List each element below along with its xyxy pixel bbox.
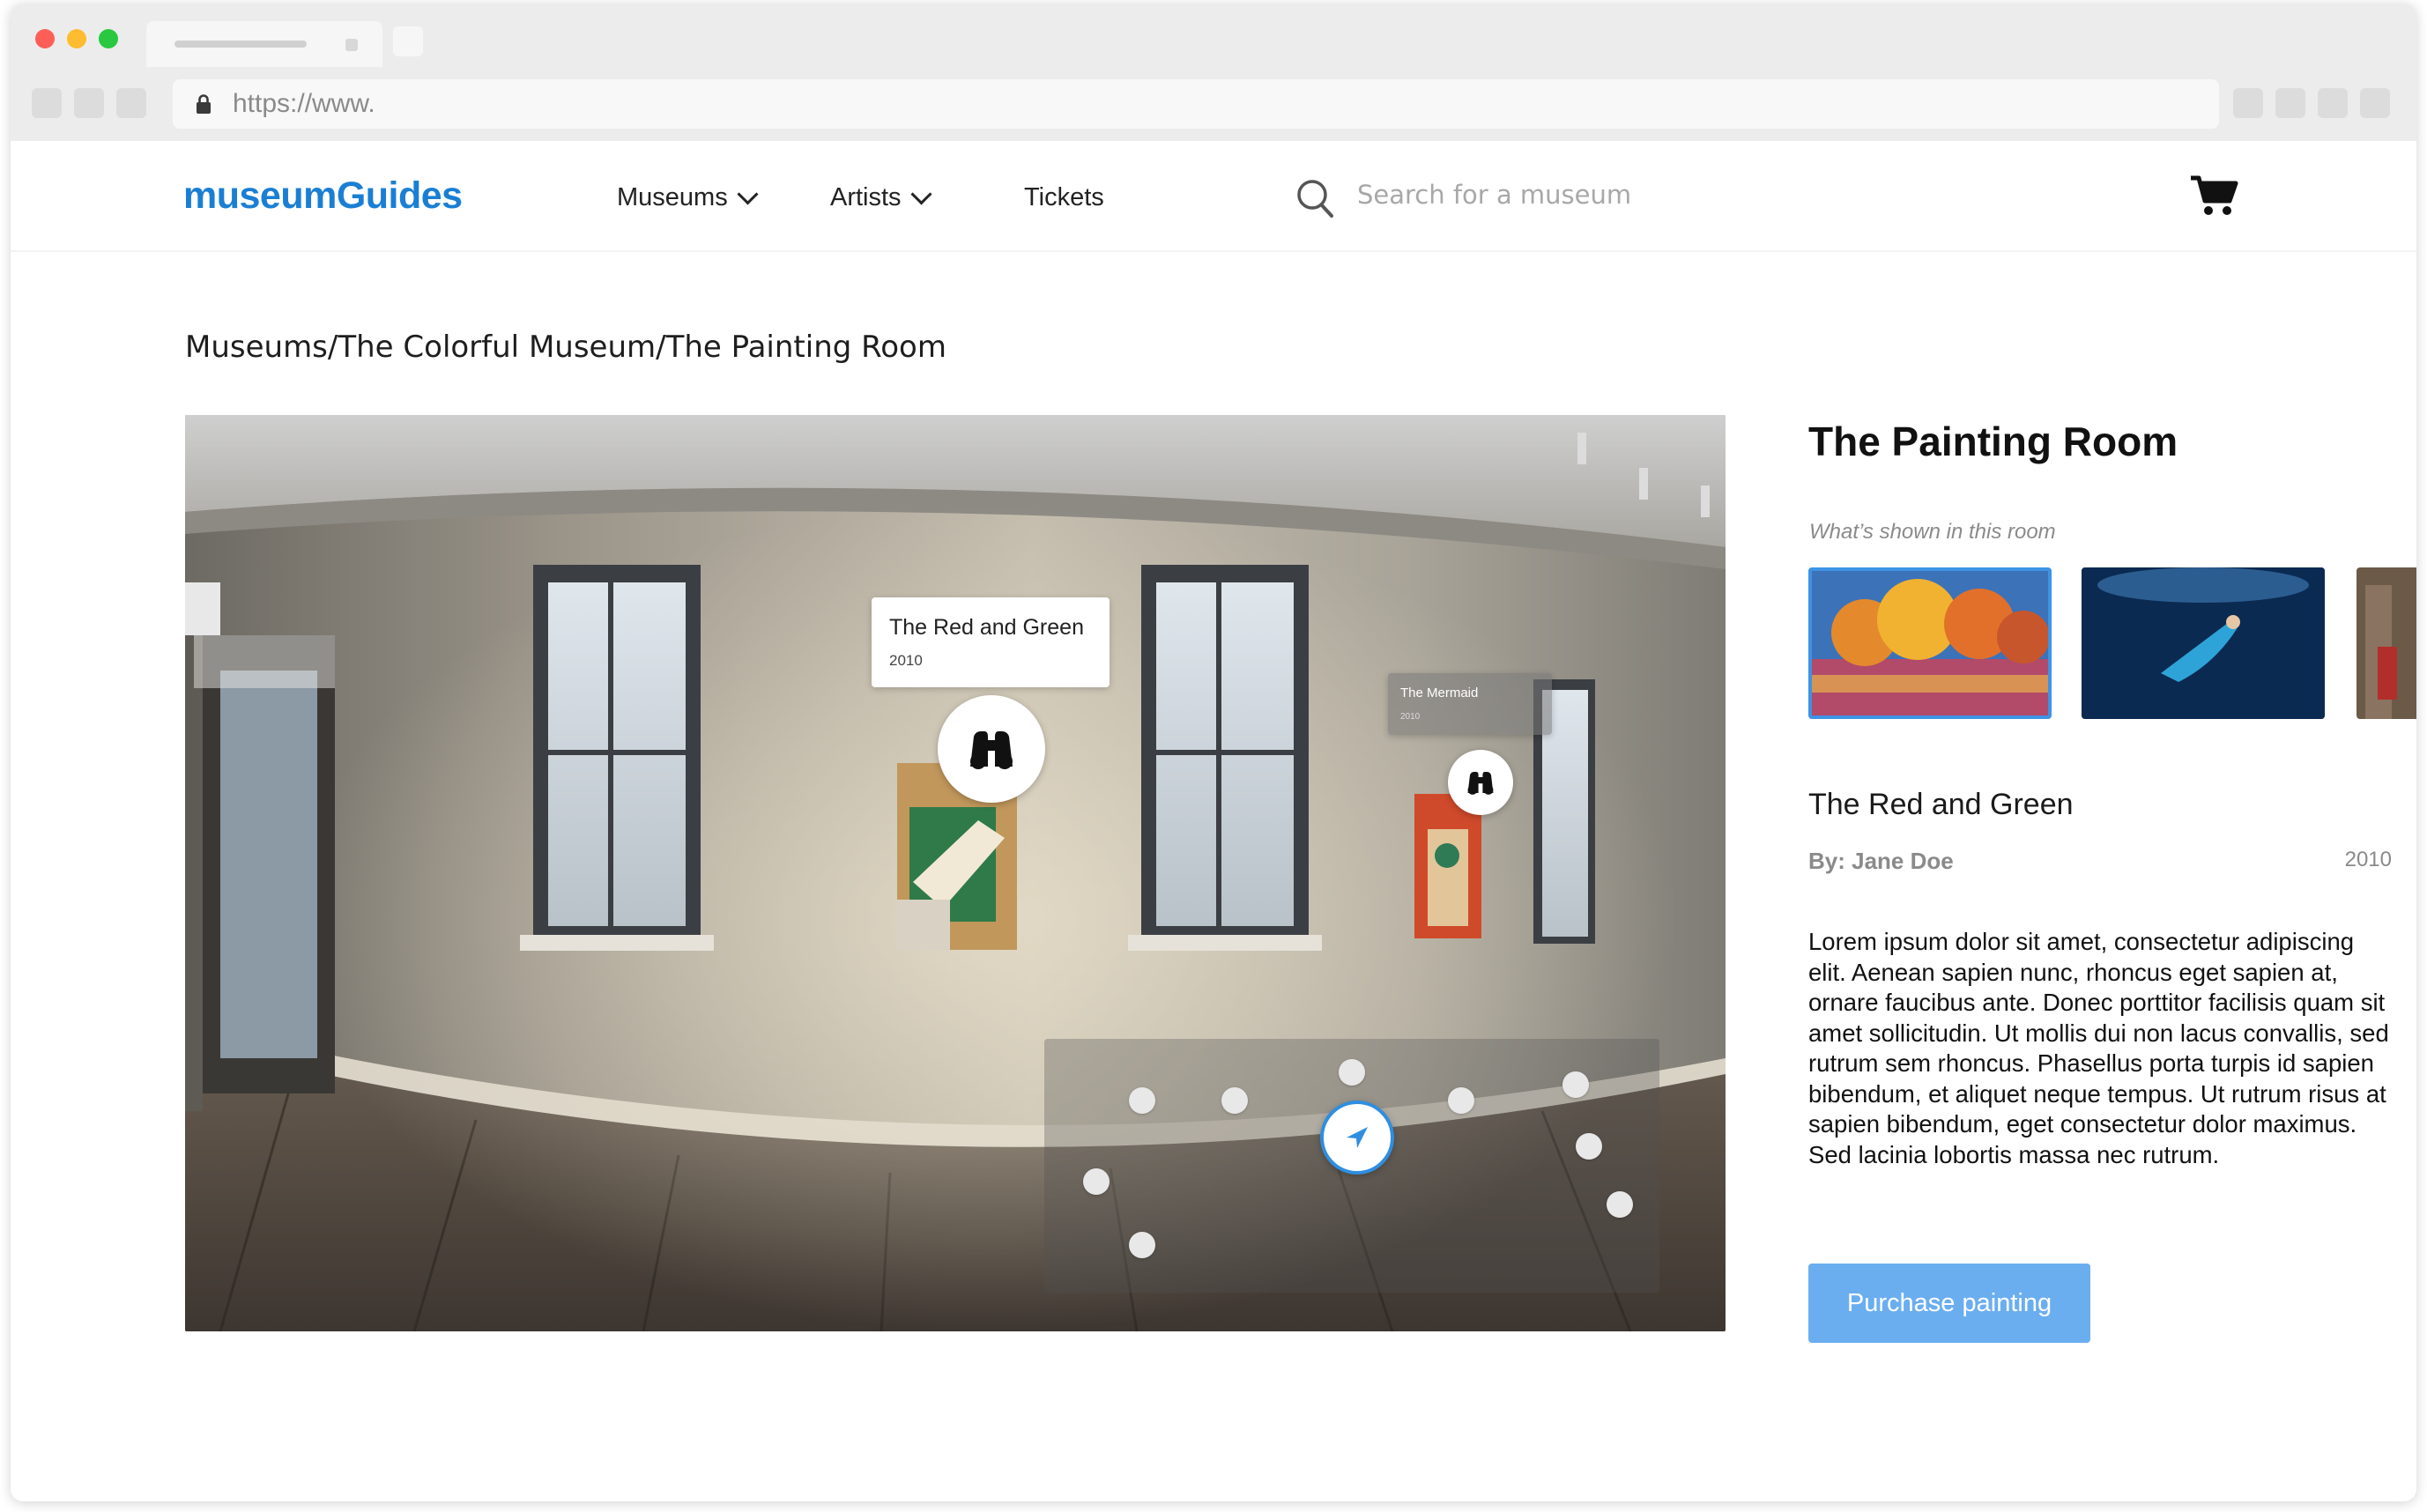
painting-artist: By: Jane Doe	[1808, 848, 1954, 874]
minimap-point[interactable]	[1221, 1087, 1248, 1114]
nav-artists[interactable]: Artists	[830, 183, 932, 212]
maximize-window-button[interactable]	[99, 29, 118, 48]
tooltip-year: 2010	[1400, 712, 1421, 722]
browser-chrome: https://www.	[11, 4, 2416, 141]
painting-hotspot[interactable]	[1448, 750, 1513, 815]
thumbnail-image	[2356, 567, 2416, 719]
panorama-viewer[interactable]: The Red and Green 2010 The Mermaid 2010	[185, 415, 1726, 1331]
shown-in-room-label: What’s shown in this room	[1809, 520, 2056, 544]
reload-button[interactable]	[116, 88, 146, 118]
url-text: https://www.	[233, 89, 375, 118]
back-button[interactable]	[32, 88, 62, 118]
new-tab-button[interactable]	[393, 26, 423, 56]
nav-tickets[interactable]: Tickets	[1024, 183, 1104, 212]
minimap-point[interactable]	[1339, 1059, 1365, 1086]
tooltip-title: The Red and Green	[889, 615, 1084, 640]
breadcrumb[interactable]: Museums/The Colorful Museum/The Painting…	[185, 330, 946, 365]
painting-tooltip: The Red and Green 2010	[872, 597, 1110, 687]
extension-button-3[interactable]	[2318, 88, 2348, 118]
extension-button-2[interactable]	[2275, 88, 2305, 118]
minimap-point[interactable]	[1448, 1087, 1474, 1114]
location-arrow-icon	[1347, 1127, 1368, 1148]
chevron-down-icon	[910, 183, 932, 205]
painting-thumbnail-selected[interactable]	[1808, 567, 2052, 719]
thumbnail-image	[1812, 571, 2048, 715]
thumbnail-image	[2082, 567, 2325, 719]
minimap-point[interactable]	[1129, 1232, 1155, 1258]
minimap-point[interactable]	[1129, 1087, 1155, 1114]
binoculars-icon	[1467, 772, 1494, 795]
extension-button-1[interactable]	[2233, 88, 2263, 118]
lock-icon	[197, 94, 211, 114]
painting-title: The Red and Green	[1808, 788, 2074, 821]
minimap-point[interactable]	[1607, 1191, 1633, 1218]
minimap-point[interactable]	[1562, 1071, 1589, 1098]
painting-thumbnail[interactable]	[2356, 567, 2416, 719]
minimize-window-button[interactable]	[67, 29, 86, 48]
minimap-point[interactable]	[1576, 1133, 1602, 1160]
painting-thumbnail[interactable]	[2082, 567, 2325, 719]
minimap-point[interactable]	[1083, 1168, 1110, 1195]
current-position-marker[interactable]	[1320, 1101, 1394, 1175]
site-logo[interactable]: museumGuides	[183, 174, 463, 218]
forward-button[interactable]	[74, 88, 104, 118]
search-input[interactable]	[1357, 174, 1674, 215]
tooltip-title: The Mermaid	[1400, 686, 1479, 700]
painting-year: 2010	[2344, 848, 2392, 871]
tab-close-button[interactable]	[345, 39, 358, 51]
search-icon[interactable]	[1295, 178, 1334, 219]
binoculars-icon	[970, 731, 1013, 769]
close-window-button[interactable]	[35, 29, 55, 48]
tooltip-year: 2010	[889, 652, 923, 669]
site-header: museumGuides Museums Artists Tickets	[11, 141, 2416, 252]
extension-button-4[interactable]	[2360, 88, 2390, 118]
nav-museums[interactable]: Museums	[617, 183, 759, 212]
room-title: The Painting Room	[1808, 419, 2178, 464]
painting-hotspot[interactable]	[938, 695, 1045, 803]
nav-museums-label: Museums	[617, 183, 728, 211]
purchase-painting-button[interactable]: Purchase painting	[1808, 1264, 2090, 1343]
browser-window: https://www. museumGuides Museums Artist…	[11, 4, 2416, 1501]
nav-tickets-label: Tickets	[1024, 183, 1104, 211]
nav-artists-label: Artists	[830, 183, 902, 211]
browser-tab[interactable]	[146, 21, 382, 67]
painting-description: Lorem ipsum dolor sit amet, consectetur …	[1808, 928, 2389, 1168]
chevron-down-icon	[737, 183, 759, 205]
painting-tooltip: The Mermaid 2010	[1388, 673, 1552, 735]
address-bar[interactable]: https://www.	[173, 79, 2219, 129]
cart-icon[interactable]	[2189, 173, 2238, 217]
tab-title-placeholder	[174, 41, 307, 48]
